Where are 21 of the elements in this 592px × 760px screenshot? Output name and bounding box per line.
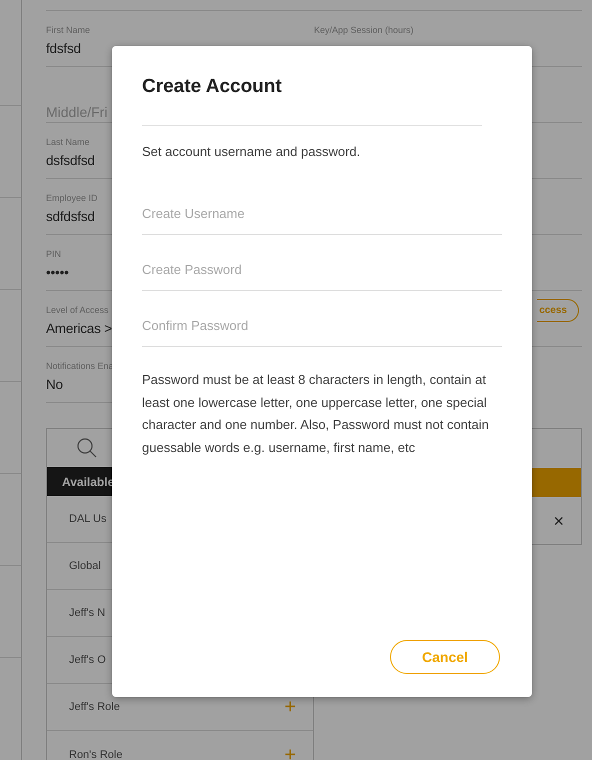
- field-label: Last Name: [46, 136, 91, 148]
- input-field[interactable]: Create Username: [142, 179, 502, 235]
- role-name[interactable]: Jeff's Role: [69, 701, 120, 713]
- field-label: PIN: [46, 248, 62, 260]
- field-label: First Name: [46, 24, 92, 36]
- input-field[interactable]: Confirm Password: [142, 291, 502, 347]
- role-name[interactable]: Jeff's O: [69, 654, 106, 666]
- role-name[interactable]: DAL Us: [69, 513, 106, 525]
- role-name[interactable]: Jeff's N: [69, 607, 106, 619]
- input-field[interactable]: Create Password: [142, 235, 502, 291]
- field-label: Key/App Session (hours): [314, 24, 415, 36]
- modal-subtitle: Set account username and password.: [142, 144, 362, 160]
- role-name[interactable]: Ron's Role: [69, 748, 122, 760]
- remove-button[interactable]: ×: [553, 512, 564, 530]
- role-name[interactable]: Global: [69, 560, 101, 572]
- password-rules: Password must be at least 8 characters in length, contain at least one lowercase letter, one uppercase letter, one special character and one number. Also, Password must not contain guessable words e.g. username, first name, etc: [142, 371, 490, 457]
- search-icon[interactable]: [77, 438, 97, 458]
- field-label: Level of Access: [46, 304, 110, 316]
- header-label: Available: [62, 474, 114, 488]
- field-label: Employee ID: [46, 192, 99, 204]
- modal-title: Create Account: [142, 75, 482, 126]
